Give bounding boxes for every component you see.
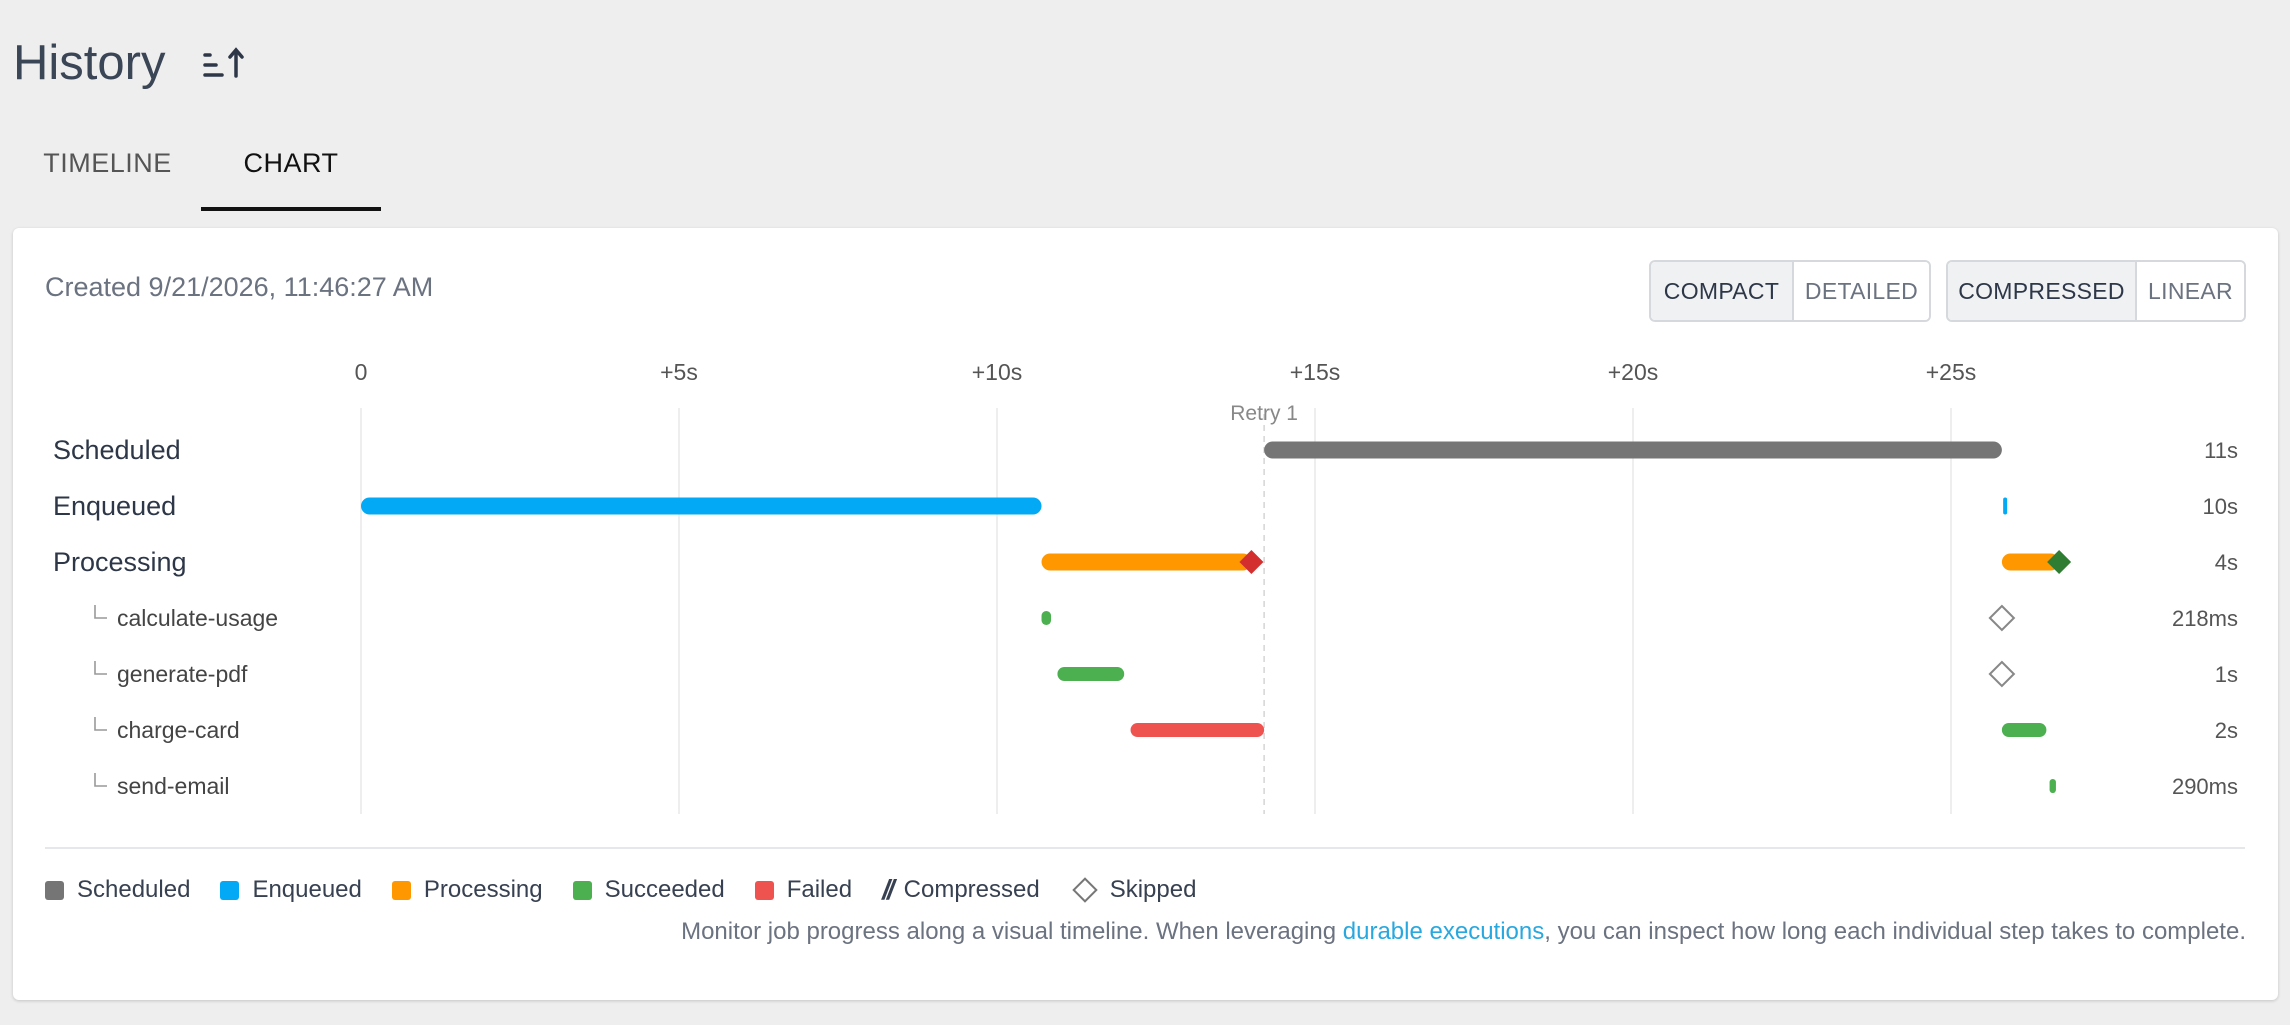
legend-swatch [391,880,411,900]
row-label: send-email [117,773,230,799]
tree-branch-glyph [94,773,107,787]
row-label: Processing [53,547,187,577]
legend-item-enqueued: Enqueued [220,876,362,904]
legend-label: Processing [423,876,543,903]
legend-swatch [220,880,240,900]
skipped-diamond-icon [1071,877,1098,903]
row-duration: 2s [2215,718,2238,743]
legend-label: Scheduled [77,876,191,903]
legend-item-compressed: // Compressed [882,874,1040,906]
legend-item-processing: Processing [391,876,543,904]
x-tick-label: +25s [1926,359,1977,385]
x-tick-label: +20s [1608,359,1659,385]
row-duration: 11s [2204,438,2238,463]
legend-label: Enqueued [252,876,362,903]
span-bar [361,497,1042,515]
row-label: charge-card [117,717,240,743]
x-tick-label: +10s [972,359,1023,385]
tree-branch-glyph [94,717,107,731]
row-label: generate-pdf [117,661,248,687]
row-label: calculate-usage [117,605,278,631]
compressed-icon: // [882,874,894,905]
span-bar [2001,723,2047,737]
row-duration: 290ms [2172,774,2238,799]
legend-swatch [572,880,592,900]
legend-label: Succeeded [604,876,725,903]
row-duration: 10s [2203,494,2238,519]
skipped-marker [1988,660,2016,688]
legend-swatch [45,880,64,900]
span-bar [1041,611,1052,625]
legend-swatch [754,880,774,900]
tab-timeline[interactable]: TIMELINE [20,130,195,212]
x-tick-label: +5s [660,359,698,385]
footer-note: Monitor job progress along a visual time… [681,918,2246,946]
legend-divider [45,847,2245,849]
legend-item-scheduled: Scheduled [45,876,190,904]
legend-label: Compressed [903,876,1040,903]
span-bar [1041,553,1252,571]
legend-item-failed: Failed [754,876,853,904]
legend-label: Failed [786,876,853,903]
skipped-marker [1988,604,2016,632]
chart-legend: Scheduled Enqueued Processing Succeeded Fail… [45,874,1226,906]
page-title: History [13,36,166,90]
tab-chart[interactable]: CHART [201,130,381,212]
span-bar [2049,779,2056,793]
legend-item-skipped: Skipped [1070,876,1197,904]
span-bar [2003,497,2008,515]
x-tick-label: +15s [1290,359,1341,385]
sort-ascending-icon[interactable] [200,42,250,92]
span-bar [1264,441,2002,459]
active-tab-indicator [201,207,381,211]
span-bar [1130,723,1265,737]
x-tick-label: 0 [355,359,368,385]
row-label: Enqueued [53,491,176,521]
row-label: Scheduled [53,435,181,465]
tree-branch-glyph [94,605,107,619]
legend-item-succeeded: Succeeded [572,876,725,904]
span-bar [1057,667,1125,681]
row-duration: 1s [2215,662,2238,687]
durable-executions-link[interactable]: durable executions [1343,918,1544,945]
tree-branch-glyph [94,661,107,675]
chart-card: Created 9/21/2026, 11:46:27 AM COMPACT D… [13,228,2278,1000]
footer-text-after: , you can inspect how long each individu… [1544,918,2246,945]
row-duration: 4s [2215,550,2238,575]
gantt-chart: 0 +5s +10s +15s +20s +25s Retry 1 Scheduled 11s E… [53,359,2238,814]
legend-label: Skipped [1109,876,1197,903]
retry-marker-label: Retry 1 [1230,402,1298,425]
row-duration: 218ms [2172,606,2238,631]
footer-text-before: Monitor job progress along a visual time… [681,918,1343,945]
